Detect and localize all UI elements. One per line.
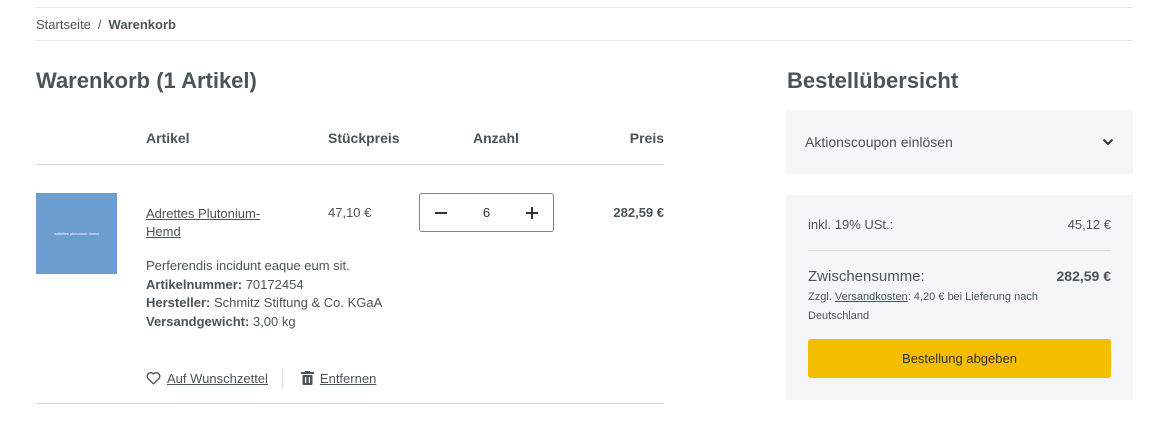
actions-separator [281,368,283,388]
tax-label: inkl. 19% USt.: [808,217,894,232]
article-number-row: Artikelnummer: 70172454 [146,276,382,295]
article-number-label: Artikelnummer: [146,276,243,292]
product-name-link[interactable]: Adrettes Plutonium-Hemd [146,205,286,241]
decrease-quantity-button[interactable] [420,194,462,231]
header-divider [36,164,664,165]
order-summary: inkl. 19% USt.: 45,12 € Zwischensumme: 2… [786,195,1133,400]
heart-icon [146,372,161,385]
breadcrumb-divider [36,40,1133,41]
wishlist-button[interactable]: Auf Wunschzettel [146,371,268,386]
breadcrumb-home[interactable]: Startseite [36,17,91,32]
trash-icon [300,371,314,385]
product-image[interactable]: adrettes plutonium-hemd [36,193,117,274]
item-actions: Auf Wunschzettel Entfernen [146,368,376,388]
column-header-price: Preis [629,130,664,146]
breadcrumb: Startseite / Warenkorb [36,17,176,32]
plus-icon [525,206,538,219]
subtotal-row: Zwischensumme: 282,59 € [808,268,1111,285]
manufacturer-row: Hersteller: Schmitz Stiftung & Co. KGaA [146,294,382,313]
product-image-caption: adrettes plutonium-hemd [54,231,99,236]
manufacturer-value: Schmitz Stiftung & Co. KGaA [213,295,383,310]
place-order-button[interactable]: Bestellung abgeben [808,339,1111,378]
row-divider [36,403,664,404]
wishlist-label: Auf Wunschzettel [167,370,268,386]
tax-row: inkl. 19% USt.: 45,12 € [808,217,1111,232]
column-header-unit-price: Stückpreis [328,130,400,146]
line-total-price: 282,59 € [613,205,664,220]
shipping-costs-link[interactable]: Versandkosten [835,291,908,303]
product-description: Perferendis incidunt eaque eum sit. [146,258,350,273]
summary-title: Bestellübersicht [787,68,959,93]
shipping-note: Zzgl. Versandkosten: 4,20 € bei Lieferun… [808,288,1078,326]
article-number-value: 70172454 [245,276,304,292]
coupon-toggle[interactable]: Aktionscoupon einlösen [786,110,1133,174]
remove-label: Entfernen [319,370,377,386]
breadcrumb-current: Warenkorb [108,17,176,32]
coupon-label: Aktionscoupon einlösen [805,134,953,150]
column-header-quantity: Anzahl [473,130,519,146]
tax-value: 45,12 € [1067,217,1111,232]
unit-price: 47,10 € [328,205,372,220]
weight-label: Versandgewicht: [146,313,250,329]
weight-row: Versandgewicht: 3,00 kg [146,313,382,332]
quantity-value[interactable]: 6 [483,205,490,220]
remove-item-button[interactable]: Entfernen [300,370,377,386]
summary-divider [808,250,1111,251]
increase-quantity-button[interactable] [511,194,553,231]
subtotal-label: Zwischensumme: [808,268,925,285]
column-header-article: Artikel [146,130,190,146]
top-divider [36,7,1133,8]
minus-icon [435,211,447,214]
chevron-down-icon [1102,138,1114,146]
weight-value: 3,00 kg [252,313,296,329]
cart-title: Warenkorb (1 Artikel) [36,68,257,93]
subtotal-value: 282,59 € [1056,268,1112,284]
breadcrumb-separator: / [97,17,102,32]
product-details: Perferendis incidunt eaque eum sit. Arti… [146,257,382,331]
shipping-prefix: Zzgl. [808,291,832,303]
manufacturer-label: Hersteller: [146,295,211,310]
quantity-stepper: 6 [419,193,554,232]
